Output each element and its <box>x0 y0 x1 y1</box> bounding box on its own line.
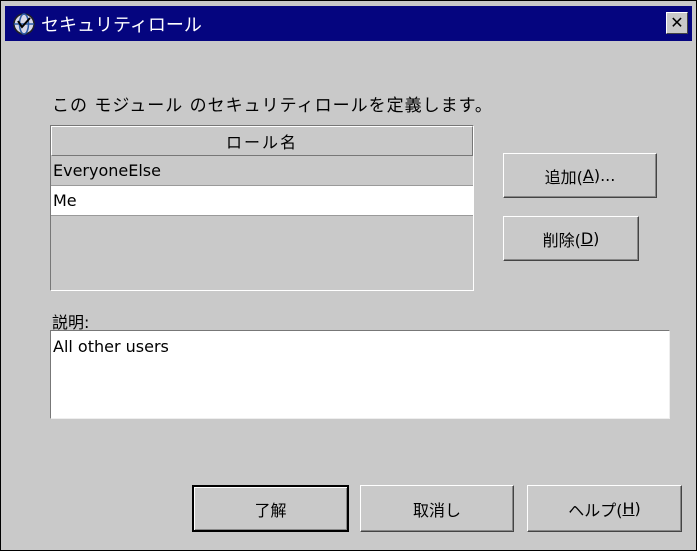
description-textarea[interactable]: All other users <box>50 330 670 419</box>
ok-button-label: 了解 <box>254 500 287 520</box>
delete-button-suffix: ) <box>593 229 600 248</box>
window-title: セキュリティロール <box>41 14 202 36</box>
security-roles-dialog: セキュリティロール ✕ この モジュール のセキュリティロールを定義します。 ロ… <box>0 0 697 551</box>
roles-table[interactable]: ロール名 EveryoneElse Me <box>50 125 474 291</box>
role-row-everyoneelse[interactable]: EveryoneElse <box>51 156 473 186</box>
close-icon: ✕ <box>670 13 684 32</box>
ok-button[interactable]: 了解 <box>192 485 349 532</box>
role-row-me[interactable]: Me <box>51 186 473 216</box>
add-button-label: 追加( <box>544 167 583 187</box>
help-button-label: ヘルプ( <box>568 500 623 520</box>
help-button-accel: H <box>622 499 635 518</box>
help-button[interactable]: ヘルプ(H) <box>527 485 682 532</box>
add-button-accel: A <box>582 166 594 185</box>
delete-role-button[interactable]: 削除(D) <box>503 216 639 261</box>
dialog-description: この モジュール のセキュリティロールを定義します。 <box>52 96 493 116</box>
cancel-button[interactable]: 取消し <box>360 485 514 532</box>
delete-button-accel: D <box>580 229 594 248</box>
add-button-suffix: )... <box>593 166 616 185</box>
delete-button-label: 削除( <box>542 230 581 250</box>
add-role-button[interactable]: 追加(A)... <box>503 153 657 198</box>
app-globe-icon <box>11 11 37 37</box>
help-button-suffix: ) <box>634 499 641 518</box>
close-button[interactable]: ✕ <box>666 12 688 34</box>
role-name-column-header[interactable]: ロール名 <box>51 126 473 156</box>
title-bar[interactable]: セキュリティロール ✕ <box>5 6 692 41</box>
cancel-button-label: 取消し <box>412 500 461 520</box>
